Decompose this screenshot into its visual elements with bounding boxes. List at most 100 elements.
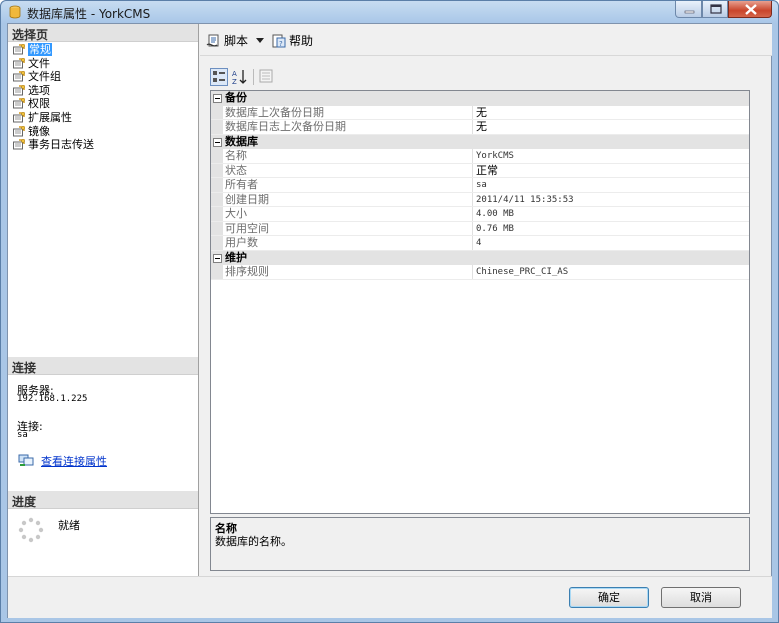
- property-row-gutter: [211, 192, 223, 206]
- page-item[interactable]: 扩展属性: [12, 111, 198, 125]
- property-name: 名称: [225, 149, 473, 163]
- property-value: 正常: [476, 163, 498, 177]
- property-name: 数据库日志上次备份日期: [225, 120, 473, 134]
- description-text: 数据库的名称。: [215, 535, 292, 548]
- collapse-icon[interactable]: [213, 94, 222, 103]
- connection-value: sa: [17, 430, 28, 440]
- property-row-gutter: [211, 163, 223, 177]
- property-row-gutter: [211, 178, 223, 192]
- script-label: 脚本: [224, 34, 249, 48]
- script-icon: [206, 34, 219, 47]
- property-row[interactable]: 数据库日志上次备份日期无: [211, 120, 749, 135]
- page-item-label: 权限: [28, 97, 50, 111]
- property-row[interactable]: 数据库上次备份日期无: [211, 105, 749, 120]
- collapse-icon[interactable]: [213, 137, 222, 147]
- property-value: 4.00 MB: [476, 209, 514, 219]
- property-value: Chinese_PRC_CI_AS: [476, 267, 569, 277]
- page-icon: [13, 84, 25, 96]
- cancel-button[interactable]: 取消: [661, 587, 741, 608]
- script-dropdown-arrow[interactable]: [256, 38, 264, 43]
- property-name: 用户数: [225, 236, 473, 250]
- property-row[interactable]: 可用空间 0.76 MB: [211, 221, 749, 236]
- svg-text:Z: Z: [232, 78, 237, 86]
- view-connection-properties-link[interactable]: 查看连接属性: [41, 453, 107, 469]
- maximize-button[interactable]: [702, 1, 728, 18]
- property-row-gutter: [211, 105, 223, 119]
- select-page-header: 选择页: [8, 24, 198, 42]
- category-row[interactable]: 维护: [211, 250, 749, 265]
- page-icon: [13, 57, 25, 69]
- ok-button[interactable]: 确定: [569, 587, 649, 608]
- page-item[interactable]: 权限: [12, 97, 198, 111]
- property-name: 可用空间: [225, 221, 473, 235]
- page-item[interactable]: 文件组: [12, 70, 198, 84]
- property-row[interactable]: 状态 正常: [211, 163, 749, 178]
- category-row[interactable]: 数据库: [211, 134, 749, 149]
- help-icon: ?: [272, 34, 286, 48]
- collapse-icon[interactable]: [213, 253, 222, 263]
- property-row-gutter: [211, 221, 223, 235]
- page-item-label: 事务日志传送: [28, 138, 94, 152]
- minimize-button[interactable]: [675, 1, 702, 18]
- sort-alpha-icon: A Z: [232, 70, 247, 86]
- property-row-gutter: [211, 265, 223, 279]
- property-row-gutter: [211, 149, 223, 163]
- property-grid-toolbar: A Z: [210, 68, 280, 88]
- page-icon: [13, 98, 25, 109]
- property-row[interactable]: 排序规则 Chinese_PRC_CI_AS: [211, 265, 749, 280]
- property-name: 创建日期: [225, 192, 473, 206]
- property-name: 状态: [225, 163, 473, 177]
- page-item[interactable]: 选项: [12, 84, 198, 98]
- page-icon: [13, 71, 25, 82]
- connection-header: 连接: [8, 357, 198, 375]
- dialog-window: 数据库属性 - YorkCMS 选择页 常规 文件 文件组 选项 权限 扩展属性 镜像 事务日…: [0, 0, 779, 623]
- page-item[interactable]: 文件: [12, 57, 198, 71]
- property-value: 4: [476, 238, 482, 248]
- maximize-icon: [710, 4, 722, 14]
- page-item-label: 镜像: [28, 124, 50, 138]
- alphabetical-view-button[interactable]: A Z: [231, 68, 249, 86]
- window-title: 数据库属性 - YorkCMS: [27, 7, 151, 21]
- property-value: 0.76 MB: [476, 223, 514, 234]
- property-value: YorkCMS: [476, 151, 514, 161]
- property-row-gutter: [211, 207, 223, 221]
- page-icon: [13, 139, 25, 150]
- description-panel: 名称 数据库的名称。: [210, 517, 750, 571]
- close-button[interactable]: [728, 1, 772, 18]
- svg-text:?: ?: [279, 40, 283, 48]
- property-row[interactable]: 创建日期 2011/4/11 15:35:53: [211, 192, 749, 207]
- help-button[interactable]: ? 帮助: [271, 32, 315, 50]
- page-item[interactable]: 镜像: [12, 125, 198, 139]
- title-bar[interactable]: 数据库属性 - YorkCMS: [1, 1, 778, 23]
- categorized-view-button[interactable]: [210, 68, 228, 86]
- page-item-label: 文件: [28, 56, 50, 70]
- category-label: 维护: [225, 250, 247, 264]
- page-list: 常规 文件 文件组 选项 权限 扩展属性 镜像 事务日志传送: [12, 43, 198, 152]
- property-row[interactable]: 大小 4.00 MB: [211, 207, 749, 222]
- property-row[interactable]: 用户数 4: [211, 236, 749, 251]
- category-label: 备份: [225, 91, 247, 104]
- category-label: 数据库: [225, 134, 258, 148]
- progress-status: 就绪: [58, 519, 80, 532]
- property-value: sa: [476, 180, 487, 190]
- minimize-icon: [684, 10, 695, 14]
- category-row[interactable]: 备份: [211, 91, 749, 106]
- page-item[interactable]: 事务日志传送: [12, 138, 198, 152]
- property-row[interactable]: 所有者 sa: [211, 178, 749, 193]
- property-pages-button[interactable]: [258, 68, 276, 86]
- server-value: 192.168.1.225: [17, 394, 88, 404]
- script-button[interactable]: 脚本: [206, 32, 252, 50]
- categorized-icon: [213, 71, 225, 82]
- page-item-label: 常规: [28, 43, 52, 56]
- property-name: 排序规则: [225, 265, 473, 279]
- property-value: 无: [476, 120, 487, 133]
- toolbar: 脚本 ? 帮助: [200, 24, 772, 56]
- property-row[interactable]: 名称 YorkCMS: [211, 149, 749, 164]
- page-item-label: 文件组: [28, 70, 61, 84]
- left-panel: 选择页 常规 文件 文件组 选项 权限 扩展属性 镜像 事务日志传送 连接 服务器: 192.…: [8, 24, 199, 576]
- page-icon: [13, 125, 25, 137]
- property-row-gutter: [211, 236, 223, 250]
- property-value: 无: [476, 105, 487, 119]
- page-item[interactable]: 常规: [12, 43, 198, 57]
- property-value: 2011/4/11 15:35:53: [476, 194, 574, 205]
